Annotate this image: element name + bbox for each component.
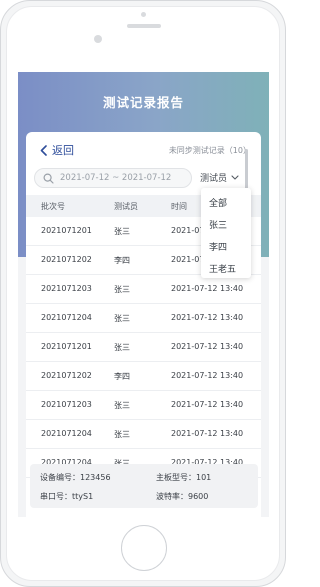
table-row[interactable]: 2021071203 张三 2021-07-12 13:40	[26, 391, 261, 420]
phone-frame: 测试记录报告 返回 未同步测试记录（10） 2021-07-12 ~ 2021-…	[0, 0, 286, 587]
date-range-value: 2021-07-12 ~ 2021-07-12	[60, 173, 172, 183]
chevron-down-icon	[231, 175, 239, 180]
baud-rate: 波特率：9600	[156, 492, 209, 501]
table-row[interactable]: 2021071204 张三 2021-07-12 13:40	[26, 304, 261, 333]
back-button[interactable]: 返回	[40, 142, 74, 158]
serial-port: 串口号：ttyS1	[40, 492, 94, 501]
search-icon	[43, 172, 54, 184]
tester-name: 张三	[114, 430, 130, 439]
app-screen: 测试记录报告 返回 未同步测试记录（10） 2021-07-12 ~ 2021-…	[18, 72, 269, 517]
batch-no: 2021071203	[41, 400, 92, 409]
tester-name: 李四	[114, 372, 130, 381]
tester-name: 张三	[114, 227, 130, 236]
tester-name: 张三	[114, 401, 130, 410]
column-header-tester: 测试员	[114, 202, 138, 211]
tester-name: 张三	[114, 343, 130, 352]
tester-option-lisi[interactable]: 李四	[209, 240, 227, 253]
speaker-grille	[127, 24, 161, 28]
page-title: 测试记录报告	[102, 95, 184, 110]
front-camera	[141, 12, 146, 17]
table-row[interactable]: 2021071204 张三 2021-07-12 13:40	[26, 420, 261, 449]
test-time: 2021-07-12 13:40	[171, 313, 244, 322]
tester-filter-select[interactable]: 测试员	[200, 171, 239, 184]
batch-no: 2021071202	[41, 255, 92, 264]
batch-no: 2021071201	[41, 342, 92, 351]
column-header-batch: 批次号	[41, 202, 65, 211]
column-header-time: 时间	[171, 202, 187, 211]
batch-no: 2021071203	[41, 284, 92, 293]
board-model: 主板型号：101	[156, 473, 212, 482]
tester-name: 李四	[114, 256, 130, 265]
tester-option-wanglaowu[interactable]: 王老五	[209, 262, 236, 275]
tester-filter-dropdown: 全部 张三 李四 王老五	[201, 188, 251, 278]
table-row[interactable]: 2021071203 张三 2021-07-12 13:40	[26, 275, 261, 304]
test-time: 2021-07-12 13:40	[171, 400, 244, 409]
batch-no: 2021071204	[41, 313, 92, 322]
home-button[interactable]	[121, 525, 167, 571]
batch-no: 2021071202	[41, 371, 92, 380]
back-label: 返回	[52, 144, 74, 157]
device-info-panel: 设备编号：123456 主板型号：101 串口号：ttyS1 波特率：9600	[30, 464, 258, 508]
batch-no: 2021071204	[41, 429, 92, 438]
proximity-sensor	[94, 35, 102, 43]
test-time: 2021-07-12 13:40	[171, 342, 244, 351]
device-number: 设备编号：123456	[40, 473, 111, 482]
test-time: 2021-07-12 13:40	[171, 284, 244, 293]
date-range-search[interactable]: 2021-07-12 ~ 2021-07-12	[34, 168, 192, 188]
tester-name: 张三	[114, 285, 130, 294]
tester-filter-label: 测试员	[200, 174, 228, 184]
tester-name: 张三	[114, 314, 130, 323]
unsynced-records-link[interactable]: 未同步测试记录（10）	[169, 145, 251, 156]
test-time: 2021-07-12 13:40	[171, 429, 244, 438]
table-row[interactable]: 2021071202 李四 2021-07-12 13:40	[26, 362, 261, 391]
chevron-left-icon	[40, 144, 47, 156]
test-time: 2021-07-12 13:40	[171, 371, 244, 380]
tester-option-all[interactable]: 全部	[209, 196, 227, 209]
batch-no: 2021071201	[41, 226, 92, 235]
table-row[interactable]: 2021071201 张三 2021-07-12 13:40	[26, 333, 261, 362]
tester-option-zhangsan[interactable]: 张三	[209, 218, 227, 231]
